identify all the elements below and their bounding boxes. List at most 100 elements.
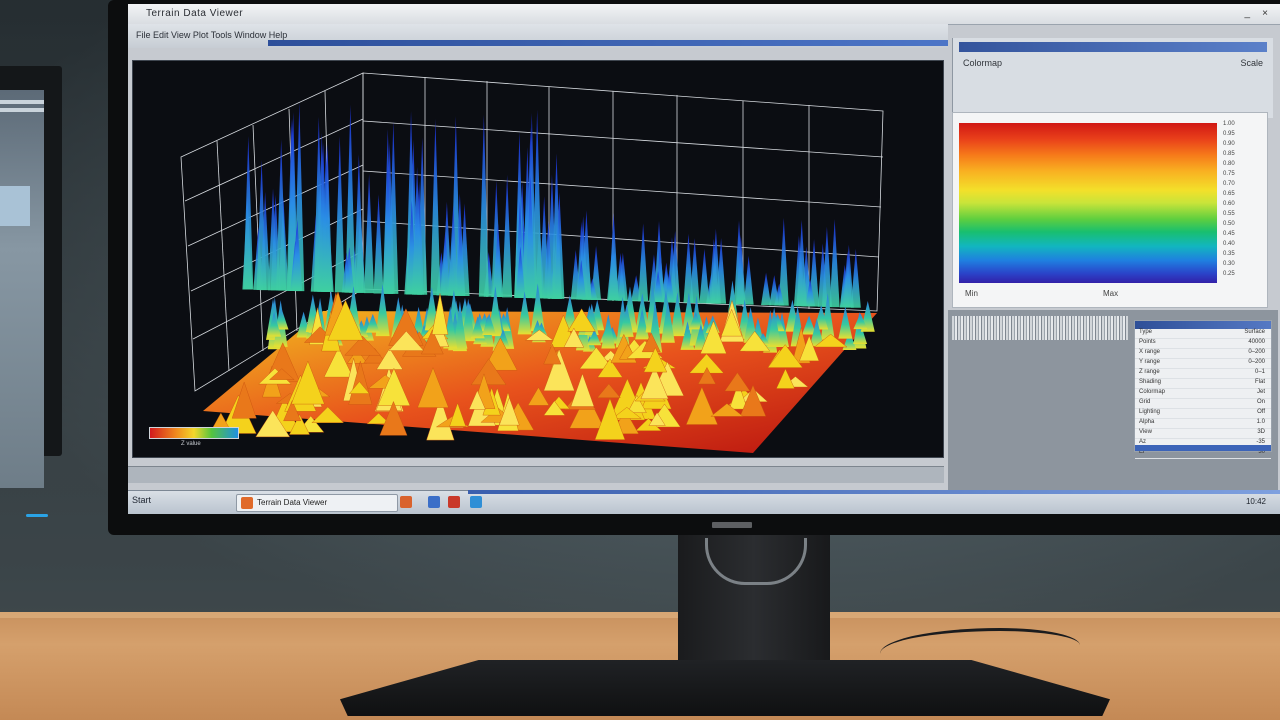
property-value: 40000 [1248, 339, 1265, 345]
property-label: View [1139, 429, 1152, 435]
property-value: Jet [1256, 389, 1265, 395]
properties-row[interactable]: Type Surface [1135, 329, 1271, 339]
property-label: Grid [1139, 399, 1151, 405]
properties-row[interactable]: View 3D [1135, 429, 1271, 439]
property-value: 3D [1257, 429, 1265, 435]
property-value: Flat [1254, 379, 1265, 385]
tab-strip [268, 40, 948, 46]
desk-edge [0, 612, 1280, 618]
surface-peak [243, 136, 254, 290]
minimize-button[interactable]: _ [1244, 8, 1250, 19]
scale-label: Scale [1240, 58, 1263, 68]
secondary-toolbar [0, 108, 44, 112]
explorer-icon[interactable] [428, 496, 440, 508]
secondary-toolbar [0, 100, 44, 104]
window-titlebar[interactable]: Terrain Data Viewer _ × [128, 4, 1280, 25]
colormap-gradient[interactable] [959, 123, 1217, 283]
property-value: On [1256, 399, 1265, 405]
properties-row[interactable]: Shading Flat [1135, 379, 1271, 389]
surface-peak [276, 139, 287, 291]
colormap-tick: 0.95 [1223, 131, 1235, 137]
close-button[interactable]: × [1262, 8, 1268, 19]
surface-peak [502, 174, 513, 298]
properties-row[interactable]: Y range 0–200 [1135, 359, 1271, 369]
property-label: X range [1139, 349, 1161, 355]
firefox-icon[interactable] [400, 496, 412, 508]
monitor-stand-foot [340, 660, 1110, 716]
property-label: Colormap [1139, 389, 1166, 395]
surface-peak [689, 238, 700, 303]
colormap-max-label: Max [1103, 289, 1119, 298]
property-label: Z range [1139, 369, 1160, 375]
colormap-tick: 0.55 [1223, 211, 1235, 217]
colormap-panel: 1.00 0.95 0.90 0.85 0.80 0.75 0.70 0.65 0.60 0.55… [952, 112, 1268, 308]
property-value: Off [1257, 409, 1265, 415]
surface-peak [638, 223, 649, 302]
app-icon [241, 497, 253, 509]
colormap-tick: 0.25 [1223, 271, 1235, 277]
property-label: Type [1139, 329, 1153, 335]
surface-peak [364, 174, 375, 294]
taskbar-app-label: Terrain Data Viewer [257, 498, 328, 507]
colormap-tick: 0.65 [1223, 191, 1235, 197]
taskbar-app-button[interactable]: Terrain Data Viewer [236, 494, 398, 512]
taskbar-highlight [468, 490, 1280, 494]
property-value: Surface [1244, 329, 1265, 335]
properties-row[interactable]: X range 0–200 [1135, 349, 1271, 359]
plot-legend-colorbar [149, 427, 239, 439]
menu-items[interactable]: File Edit View Plot Tools Window Help [136, 30, 287, 40]
secondary-monitor-screen [0, 90, 44, 488]
colormap-tick: 0.40 [1223, 241, 1235, 247]
right-panel-titlebar [959, 42, 1267, 52]
properties-row[interactable]: Alpha 1.0 [1135, 419, 1271, 429]
surface-peak [699, 248, 710, 304]
properties-row[interactable]: Colormap Jet [1135, 389, 1271, 399]
clock: 10:42 [1245, 497, 1266, 506]
waveform-strip [952, 316, 1128, 340]
properties-scrollbar[interactable] [1135, 445, 1271, 451]
start-button[interactable]: Start [132, 495, 151, 505]
surface-peak [353, 154, 364, 293]
colormap-tick: 0.85 [1223, 151, 1235, 157]
colormap-tick: 0.30 [1223, 261, 1235, 267]
surface-peak [761, 272, 772, 306]
property-value: 0–200 [1248, 359, 1265, 365]
secondary-monitor [0, 66, 62, 517]
properties-row[interactable]: Lighting Off [1135, 409, 1271, 419]
power-led [26, 514, 48, 517]
colormap-min-label: Min [965, 289, 978, 298]
colormap-tick: 0.80 [1223, 161, 1235, 167]
colormap-tick: 0.60 [1223, 201, 1235, 207]
status-bar [128, 466, 944, 483]
colormap-tick: 0.90 [1223, 141, 1235, 147]
property-value: 1.0 [1256, 419, 1265, 425]
properties-row[interactable]: Points 40000 [1135, 339, 1271, 349]
secondary-panel [0, 186, 30, 226]
surface-peak [608, 212, 619, 301]
right-panel-header: Colormap Scale [952, 38, 1273, 118]
media-icon[interactable] [448, 496, 460, 508]
properties-titlebar [1135, 321, 1271, 329]
surface-peak [430, 119, 441, 296]
property-label: Alpha [1139, 419, 1155, 425]
monitor-logo [712, 522, 752, 528]
colormap-tick: 0.45 [1223, 231, 1235, 237]
property-label: Shading [1139, 379, 1162, 385]
menu-bar: File Edit View Plot Tools Window Help [128, 24, 948, 48]
network-icon[interactable] [470, 496, 482, 508]
main-screen: Terrain Data Viewer _ × File Edit View P… [128, 4, 1280, 514]
properties-panel: Type Surface Points 40000 X range 0–200 Y rang… [1134, 320, 1272, 459]
property-label: Lighting [1139, 409, 1161, 415]
surface-peak [829, 219, 840, 308]
surface-plot-panel[interactable]: Z value [132, 60, 944, 458]
window-title: Terrain Data Viewer [146, 8, 244, 19]
properties-list: Type Surface Points 40000 X range 0–200 Y rang… [1135, 329, 1271, 459]
property-value: 0–200 [1248, 349, 1265, 355]
property-label: Y range [1139, 359, 1160, 365]
properties-row[interactable]: Grid On [1135, 399, 1271, 409]
surface-peak [334, 136, 345, 293]
surface-peak [373, 194, 384, 294]
properties-row[interactable]: Z range 0–1 [1135, 369, 1271, 379]
surface-plot-canvas [180, 72, 884, 453]
colormap-label: Colormap [963, 58, 1003, 68]
